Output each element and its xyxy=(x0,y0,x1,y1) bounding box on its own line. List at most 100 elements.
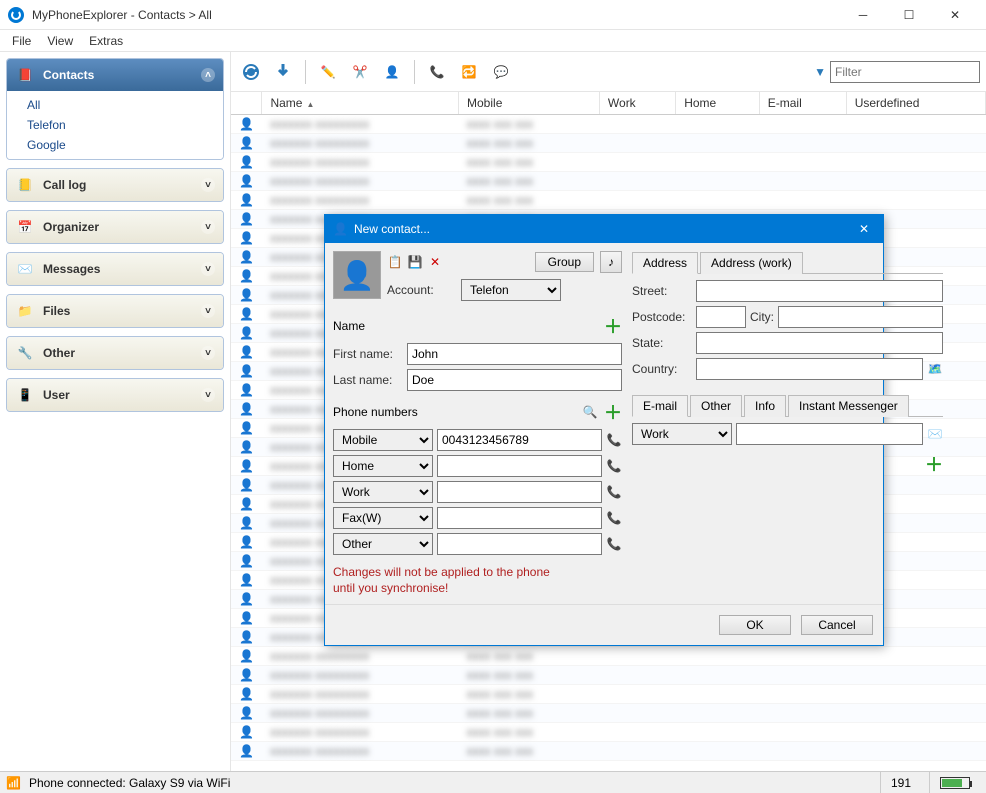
phone-number-input[interactable] xyxy=(437,533,602,555)
sidebar-section-organizer[interactable]: 📅Organizer˅ xyxy=(7,211,223,243)
phone-type-select[interactable]: Fax(W) xyxy=(333,507,433,529)
send-email-icon[interactable]: ✉️ xyxy=(927,426,943,442)
table-row[interactable]: 👤xxxxxxx xxxxxxxxxxxxx xxx xxx xyxy=(231,704,986,723)
phone-type-select[interactable]: Work xyxy=(333,481,433,503)
phone-number-input[interactable] xyxy=(437,455,602,477)
close-button[interactable]: ✕ xyxy=(932,0,978,30)
dialog-title: New contact... xyxy=(354,222,430,236)
add-name-field-button[interactable]: ＋ xyxy=(604,313,622,339)
email-input[interactable] xyxy=(736,423,923,445)
city-input[interactable] xyxy=(778,306,943,328)
email-type-select[interactable]: Work xyxy=(632,423,732,445)
download-button[interactable] xyxy=(269,58,297,86)
country-input[interactable] xyxy=(696,358,923,380)
table-row[interactable]: 👤xxxxxxx xxxxxxxxxxxxx xxx xxx xyxy=(231,685,986,704)
filter-input[interactable] xyxy=(830,61,980,83)
street-input[interactable] xyxy=(696,280,943,302)
sms-button[interactable]: 🔁 xyxy=(455,58,483,86)
ringtone-button[interactable]: ♪ xyxy=(600,251,622,273)
contact-row-icon: 👤 xyxy=(231,248,262,267)
sidebar-section-messages[interactable]: ✉️Messages˅ xyxy=(7,253,223,285)
add-contact-button[interactable]: 👤 xyxy=(378,58,406,86)
wifi-icon: 📶 xyxy=(6,776,21,790)
dial-icon[interactable]: 📞 xyxy=(606,458,622,474)
sidebar-label: Call log xyxy=(43,178,86,192)
minimize-button[interactable]: ─ xyxy=(840,0,886,30)
dialog-person-icon: 👤 xyxy=(333,222,348,236)
phone-number-input[interactable] xyxy=(437,507,602,529)
sidebar-item-all[interactable]: All xyxy=(7,95,223,115)
sidebar-item-telefon[interactable]: Telefon xyxy=(7,115,223,135)
table-row[interactable]: 👤xxxxxxx xxxxxxxxxxxxx xxx xxx xyxy=(231,647,986,666)
first-name-input[interactable] xyxy=(407,343,622,365)
col-mobile[interactable]: Mobile xyxy=(459,92,600,115)
table-row[interactable]: 👤xxxxxxx xxxxxxxxxxxxx xxx xxx xyxy=(231,191,986,210)
table-row[interactable]: 👤xxxxxxx xxxxxxxxxxxxx xxx xxx xyxy=(231,153,986,172)
map-icon[interactable]: 🗺️ xyxy=(927,361,943,377)
assign-photo-icon[interactable]: 📋 xyxy=(387,254,403,270)
filter-icon[interactable]: ▼ xyxy=(814,65,826,79)
tab-email[interactable]: E-mail xyxy=(632,395,688,417)
table-row[interactable]: 👤xxxxxxx xxxxxxxxxxxxx xxx xxx xyxy=(231,115,986,134)
col-email[interactable]: E-mail xyxy=(759,92,846,115)
delete-button[interactable]: ✂️ xyxy=(346,58,374,86)
col-userdef[interactable]: Userdefined xyxy=(846,92,985,115)
phone-number-input[interactable] xyxy=(437,429,602,451)
dial-icon[interactable]: 📞 xyxy=(606,432,622,448)
maximize-button[interactable]: ☐ xyxy=(886,0,932,30)
phone-type-select[interactable]: Home xyxy=(333,455,433,477)
save-photo-icon[interactable]: 💾 xyxy=(407,254,423,270)
menu-view[interactable]: View xyxy=(39,32,81,50)
delete-photo-icon[interactable]: ✕ xyxy=(427,254,443,270)
dialog-close-button[interactable]: ✕ xyxy=(853,222,875,236)
ok-button[interactable]: OK xyxy=(719,615,791,635)
col-work[interactable]: Work xyxy=(599,92,675,115)
tab-im[interactable]: Instant Messenger xyxy=(788,395,909,417)
add-email-field-button[interactable]: ＋ xyxy=(925,455,943,475)
table-row[interactable]: 👤xxxxxxx xxxxxxxxxxxxx xxx xxx xyxy=(231,723,986,742)
table-row[interactable]: 👤xxxxxxx xxxxxxxxxxxxx xxx xxx xyxy=(231,666,986,685)
sidebar-section-contacts[interactable]: 📕 Contacts ˄ xyxy=(7,59,223,91)
sidebar-section-other[interactable]: 🔧Other˅ xyxy=(7,337,223,369)
menu-extras[interactable]: Extras xyxy=(81,32,131,50)
sync-button[interactable] xyxy=(237,58,265,86)
contact-row-icon: 👤 xyxy=(231,476,262,495)
dial-icon[interactable]: 📞 xyxy=(606,510,622,526)
tab-other[interactable]: Other xyxy=(690,395,742,417)
chat-button[interactable]: 💬 xyxy=(487,58,515,86)
dial-icon[interactable]: 📞 xyxy=(606,536,622,552)
col-home[interactable]: Home xyxy=(676,92,760,115)
call-button[interactable]: 📞 xyxy=(423,58,451,86)
contact-row-icon: 👤 xyxy=(231,552,262,571)
search-phone-icon[interactable]: 🔍 xyxy=(582,404,598,420)
menu-file[interactable]: File xyxy=(4,32,39,50)
postcode-input[interactable] xyxy=(696,306,746,328)
edit-button[interactable]: ✏️ xyxy=(314,58,342,86)
comm-tabs: E-mail Other Info Instant Messenger xyxy=(632,394,943,417)
phone-number-input[interactable] xyxy=(437,481,602,503)
cancel-button[interactable]: Cancel xyxy=(801,615,873,635)
sidebar-section-files[interactable]: 📁Files˅ xyxy=(7,295,223,327)
phone-type-select[interactable]: Mobile xyxy=(333,429,433,451)
account-select[interactable]: Telefon xyxy=(461,279,561,301)
tab-address-work[interactable]: Address (work) xyxy=(700,252,803,274)
phone-type-select[interactable]: Other xyxy=(333,533,433,555)
sidebar-section-calllog[interactable]: 📒Call log˅ xyxy=(7,169,223,201)
tab-address[interactable]: Address xyxy=(632,252,698,274)
toolbar: ✏️ ✂️ 👤 📞 🔁 💬 ▼ xyxy=(231,52,986,92)
sidebar-section-user[interactable]: 📱User˅ xyxy=(7,379,223,411)
last-name-input[interactable] xyxy=(407,369,622,391)
contact-photo[interactable]: 👤 xyxy=(333,251,381,299)
table-row[interactable]: 👤xxxxxxx xxxxxxxxxxxxx xxx xxx xyxy=(231,172,986,191)
group-button[interactable]: Group xyxy=(535,252,594,272)
state-input[interactable] xyxy=(696,332,943,354)
table-row[interactable]: 👤xxxxxxx xxxxxxxxxxxxx xxx xxx xyxy=(231,742,986,761)
dialog-titlebar[interactable]: 👤 New contact... ✕ xyxy=(325,215,883,243)
table-row[interactable]: 👤xxxxxxx xxxxxxxxxxxxx xxx xxx xyxy=(231,134,986,153)
tab-info[interactable]: Info xyxy=(744,395,786,417)
contact-row-icon: 👤 xyxy=(231,685,262,704)
dial-icon[interactable]: 📞 xyxy=(606,484,622,500)
sidebar-item-google[interactable]: Google xyxy=(7,135,223,155)
add-phone-field-button[interactable]: ＋ xyxy=(604,399,622,425)
col-name[interactable]: Name▲ xyxy=(262,92,459,115)
